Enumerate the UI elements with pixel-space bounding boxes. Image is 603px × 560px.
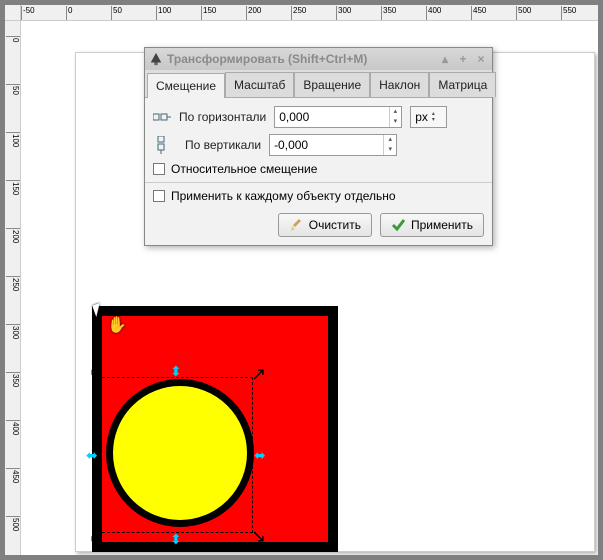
ruler-tick: 350 [381, 6, 396, 20]
ruler-tick: 250 [6, 276, 20, 291]
close-button[interactable]: × [474, 52, 488, 66]
check-icon [391, 218, 405, 232]
ruler-tick: 100 [6, 132, 20, 147]
ruler-tick: 0 [6, 36, 20, 42]
tab-3[interactable]: Наклон [370, 72, 429, 97]
ruler-corner [5, 5, 21, 21]
horizontal-icon [153, 109, 171, 125]
ruler-tick: 200 [6, 228, 20, 243]
spin-down[interactable]: ▾ [390, 117, 402, 127]
separator [145, 182, 492, 183]
tab-panel-move: По горизонтали ▴▾ px ▴▾ По вертикали [145, 98, 492, 245]
ruler-tick: 350 [6, 372, 20, 387]
vertical-label: По вертикали [185, 138, 261, 152]
tab-strip: СмещениеМасштабВращениеНаклонМатрица [145, 70, 492, 98]
dialog-titlebar[interactable]: Трансформировать (Shift+Ctrl+M) ▴ + × [145, 48, 492, 70]
dialog-title: Трансформировать (Shift+Ctrl+M) [167, 52, 434, 66]
ruler-tick: 550 [561, 6, 576, 20]
ruler-horizontal[interactable]: -50 0 50 100 150 200 250 300 350 400 450 500 550 [21, 5, 598, 21]
hand-icon: ✋ [107, 315, 127, 335]
tab-1[interactable]: Масштаб [225, 72, 294, 97]
apply-each-label: Применить к каждому объекту отдельно [171, 189, 396, 203]
ruler-tick: 150 [201, 6, 216, 20]
minimize-button[interactable]: ▴ [438, 52, 452, 66]
relative-checkbox[interactable]: Относительное смещение [153, 162, 484, 176]
spin-up[interactable]: ▴ [390, 107, 402, 117]
editor-window: -50 0 50 100 150 200 250 300 350 400 450 500 550 0 50… [0, 0, 603, 560]
apply-each-checkbox[interactable]: Применить к каждому объекту отдельно [153, 189, 484, 203]
transform-dialog[interactable]: Трансформировать (Shift+Ctrl+M) ▴ + × См… [144, 47, 493, 246]
ruler-tick: -50 [21, 6, 35, 20]
unit-selector[interactable]: px ▴▾ [410, 106, 447, 128]
ruler-tick: 200 [246, 6, 261, 20]
checkbox-box[interactable] [153, 163, 165, 175]
checkbox-box[interactable] [153, 190, 165, 202]
horizontal-input[interactable]: ▴▾ [274, 106, 402, 128]
tab-4[interactable]: Матрица [429, 72, 496, 97]
ruler-tick: 150 [6, 180, 20, 195]
ruler-vertical[interactable]: 0 50 100 150 200 250 300 350 400 450 500 [5, 21, 21, 555]
spin-down[interactable]: ▾ [384, 145, 396, 155]
unit-value: px [415, 110, 428, 124]
tab-2[interactable]: Вращение [294, 72, 370, 97]
broom-icon [289, 218, 303, 232]
ruler-tick: 400 [6, 420, 20, 435]
apply-button[interactable]: Применить [380, 213, 484, 237]
ruler-tick: 50 [6, 84, 20, 95]
horizontal-value[interactable] [275, 107, 388, 127]
ruler-tick: 450 [471, 6, 486, 20]
app-icon [149, 52, 163, 66]
spin-up[interactable]: ▴ [384, 135, 396, 145]
ruler-tick: 400 [426, 6, 441, 20]
ruler-tick: 500 [6, 516, 20, 531]
ruler-tick: 100 [156, 6, 171, 20]
vertical-input[interactable]: ▴▾ [269, 134, 397, 156]
canvas[interactable]: ↖ ↗ ↙ ↘ ⬍ ⬍ ⬌ ⬌ ✋ Трансформировать (Shif… [21, 21, 598, 555]
ruler-tick: 300 [6, 324, 20, 339]
ruler-tick: 500 [516, 6, 531, 20]
ruler-tick: 450 [6, 468, 20, 483]
maximize-button[interactable]: + [456, 52, 470, 66]
relative-label: Относительное смещение [171, 162, 317, 176]
ruler-tick: 300 [336, 6, 351, 20]
clear-button[interactable]: Очистить [278, 213, 372, 237]
ruler-tick: 0 [66, 6, 72, 20]
tab-0[interactable]: Смещение [147, 73, 225, 98]
horizontal-label: По горизонтали [179, 110, 266, 124]
ruler-tick: 50 [111, 6, 122, 20]
vertical-icon [153, 137, 171, 153]
circle-object[interactable] [106, 379, 254, 527]
ruler-tick: 250 [291, 6, 306, 20]
vertical-value[interactable] [270, 135, 383, 155]
